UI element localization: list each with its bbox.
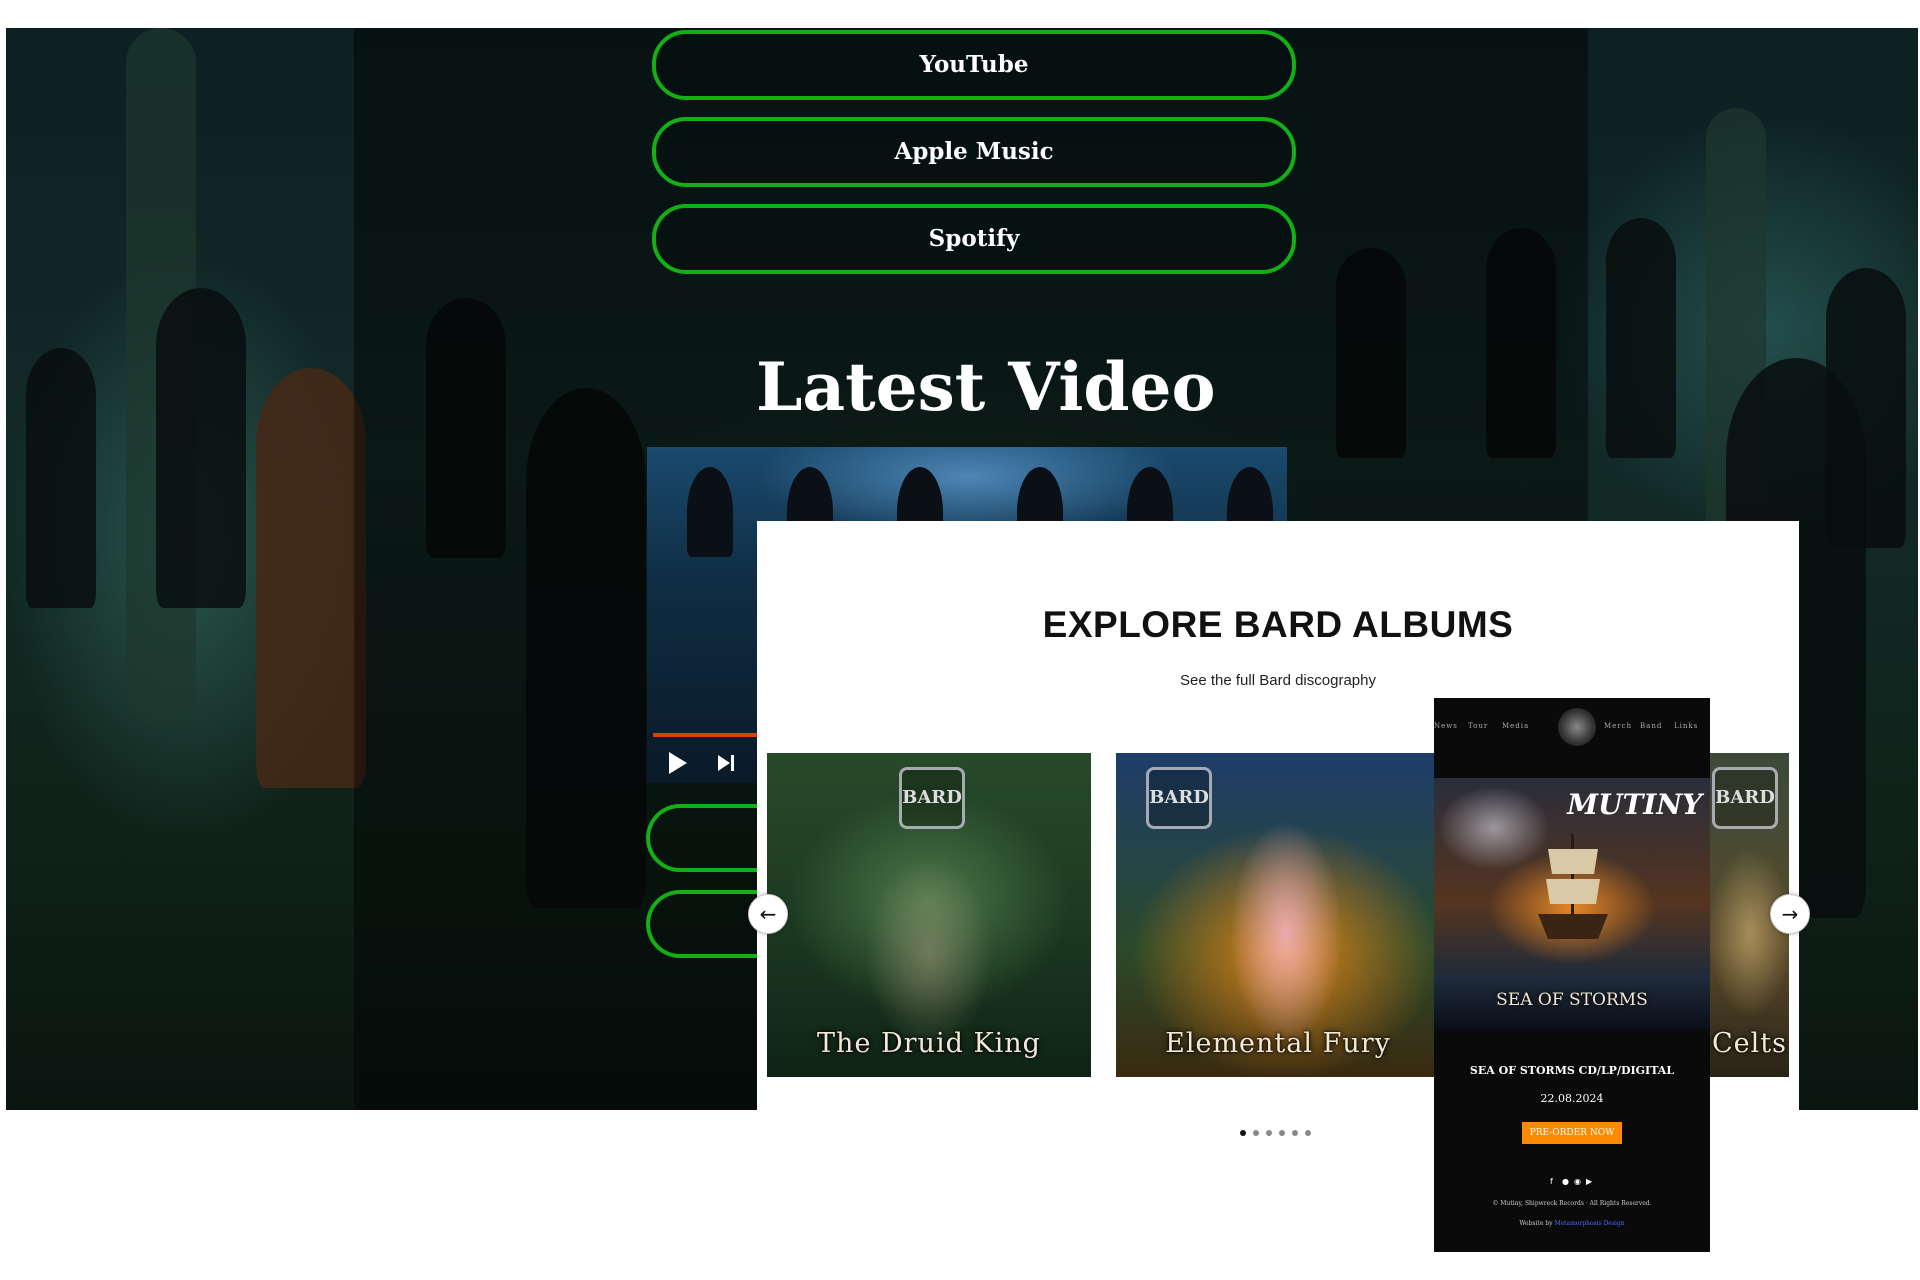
- nav-links[interactable]: Links: [1674, 722, 1698, 730]
- robed-figure: [1606, 218, 1676, 458]
- preorder-button[interactable]: PRE-ORDER NOW: [1522, 1122, 1622, 1144]
- carousel-dot[interactable]: [1292, 1130, 1298, 1136]
- website-credit-prefix: Website by: [1519, 1220, 1553, 1227]
- apple-music-link-button[interactable]: Apple Music: [652, 117, 1296, 187]
- album-cover-druid-king[interactable]: BARD The Druid King: [767, 753, 1091, 1077]
- latest-video-heading: Latest Video: [756, 348, 1216, 426]
- youtube-link-button[interactable]: YouTube: [652, 30, 1296, 100]
- albums-subtitle: See the full Bard discography: [1180, 672, 1376, 689]
- nav-tour[interactable]: Tour: [1468, 722, 1488, 730]
- carousel-dot[interactable]: [1253, 1130, 1259, 1136]
- album-art-sea-of-storms[interactable]: MUTINY SEA OF STORMS: [1434, 778, 1710, 1030]
- carousel-dot[interactable]: [1279, 1130, 1285, 1136]
- album-cover-elemental-fury[interactable]: BARD Elemental Fury: [1116, 753, 1440, 1077]
- link-button-partial[interactable]: [646, 804, 770, 872]
- video-progress-bar[interactable]: [653, 733, 761, 737]
- album-title: Elemental Fury: [1165, 1028, 1391, 1059]
- band-logo: BARD: [1146, 767, 1212, 829]
- band-name-logo: MUTINY: [1567, 788, 1702, 821]
- copyright: © Mutiny, Shipwreck Records · All Rights…: [1492, 1200, 1652, 1207]
- carousel-dot[interactable]: [1305, 1130, 1311, 1136]
- band-logo: BARD: [899, 767, 965, 829]
- play-icon[interactable]: [669, 752, 687, 774]
- nav-merch[interactable]: Merch: [1604, 722, 1632, 730]
- album-title: The Druid King: [817, 1028, 1041, 1059]
- mobile-promo-screen: News Tour Media Merch Band Links MUTINY …: [1434, 698, 1710, 1252]
- band-logo: BARD: [1712, 767, 1778, 829]
- product-line: SEA OF STORMS CD/LP/DIGITAL: [1469, 1064, 1675, 1077]
- robed-figure: [256, 368, 366, 788]
- carousel-pagination: [1240, 1121, 1318, 1140]
- instagram-icon[interactable]: ◉: [1574, 1177, 1581, 1186]
- release-date: 22.08.2024: [1540, 1092, 1604, 1105]
- nav-band[interactable]: Band: [1640, 722, 1662, 730]
- robed-figure: [1826, 268, 1906, 548]
- robed-figure: [26, 348, 96, 608]
- youtube-icon[interactable]: ▶: [1586, 1177, 1592, 1186]
- skip-next-icon[interactable]: [716, 753, 736, 773]
- carousel-dot[interactable]: [1240, 1130, 1246, 1136]
- ship-illustration: [1538, 834, 1608, 939]
- albums-title: EXPLORE BARD ALBUMS: [1042, 604, 1514, 645]
- spotify-link-button[interactable]: Spotify: [652, 204, 1296, 274]
- robed-figure: [156, 288, 246, 608]
- facebook-icon[interactable]: f: [1550, 1177, 1553, 1186]
- nav-news[interactable]: News: [1434, 722, 1458, 730]
- nav-media[interactable]: Media: [1502, 722, 1529, 730]
- album-title: Celts: [1712, 1028, 1787, 1059]
- carousel-next-arrow-icon[interactable]: →: [1770, 894, 1810, 934]
- album-art-title: SEA OF STORMS: [1496, 990, 1648, 1010]
- website-credit: Website by Metamorphosis Design: [1434, 1220, 1710, 1227]
- band-skull-logo[interactable]: [1558, 708, 1596, 746]
- website-credit-link[interactable]: Metamorphosis Design: [1554, 1220, 1624, 1227]
- twitter-icon[interactable]: ●: [1562, 1177, 1569, 1186]
- carousel-dot[interactable]: [1266, 1130, 1272, 1136]
- carousel-prev-arrow-icon[interactable]: ←: [748, 894, 788, 934]
- hooded-figure: [687, 467, 733, 557]
